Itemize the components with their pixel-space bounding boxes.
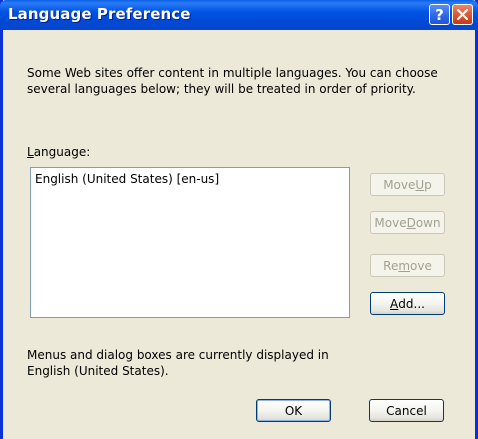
description-text: Some Web sites offer content in multiple… bbox=[27, 66, 438, 96]
move-up-button[interactable]: Move Up bbox=[370, 173, 445, 196]
help-icon: ? bbox=[435, 6, 444, 24]
remove-button[interactable]: Re m ove bbox=[370, 254, 445, 277]
cancel-button[interactable]: Cancel bbox=[369, 399, 444, 422]
language-label: Language: bbox=[27, 145, 91, 159]
svg-text:?: ? bbox=[435, 6, 444, 24]
language-list-item[interactable]: English (United States) [en-us] bbox=[35, 172, 219, 186]
move-down-button[interactable]: Move Down bbox=[370, 211, 445, 234]
close-button[interactable] bbox=[452, 4, 473, 25]
language-listbox[interactable]: English (United States) [en-us] bbox=[30, 167, 350, 318]
language-preference-dialog: Language Preference ? Some Web sites off… bbox=[0, 0, 478, 439]
help-button[interactable]: ? bbox=[429, 4, 450, 25]
close-icon bbox=[456, 8, 469, 21]
title-bar[interactable]: Language Preference ? bbox=[0, 0, 478, 30]
window-title: Language Preference bbox=[8, 5, 191, 23]
add-button[interactable]: Add... bbox=[370, 292, 445, 315]
ok-button[interactable]: OK bbox=[256, 399, 331, 422]
current-language-note: Menus and dialog boxes are currently dis… bbox=[27, 348, 329, 378]
